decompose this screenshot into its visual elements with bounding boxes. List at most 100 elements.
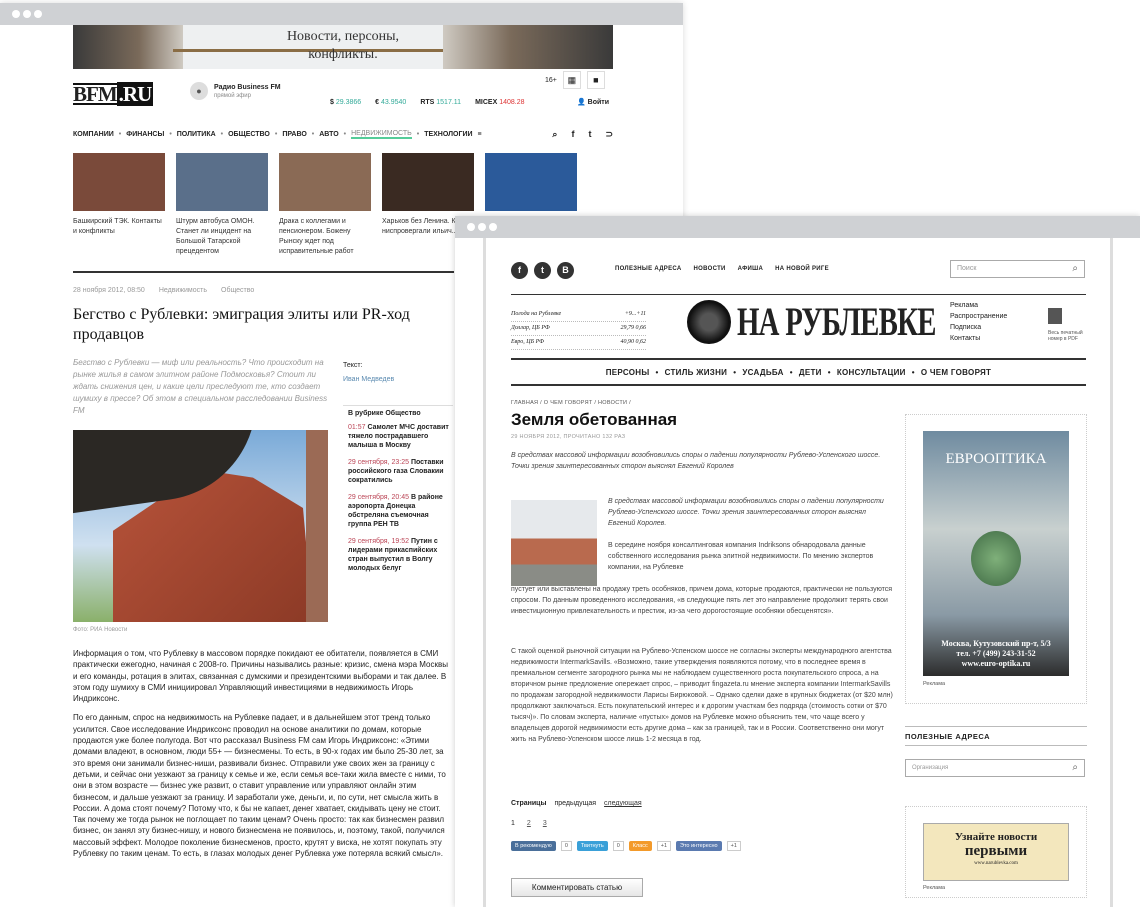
- author-block: Текст: Иван Медведев: [343, 359, 394, 387]
- share-button[interactable]: Класс: [628, 841, 652, 851]
- nav-item[interactable]: НЕДВИЖИМОСТЬ: [351, 130, 412, 139]
- window-controls[interactable]: [12, 10, 42, 18]
- nav-separator: •: [733, 367, 737, 377]
- right-link[interactable]: Контакты: [950, 333, 1007, 344]
- radio-name: Радио Business FM: [214, 83, 281, 91]
- ad2-line-a: Узнайте новости: [954, 831, 1038, 843]
- nav-separator: •: [118, 130, 122, 138]
- quote-value: 43.9540: [381, 99, 407, 106]
- rate-label: Доллар, ЦБ РФ: [511, 325, 550, 331]
- search-input[interactable]: Поиск ⌕: [950, 260, 1085, 278]
- share-count: +1: [726, 841, 741, 851]
- logo-part-b: .RU: [116, 82, 154, 106]
- section-nav-item[interactable]: УСАДЬБА: [742, 368, 783, 377]
- pager-next[interactable]: следующая: [604, 800, 642, 807]
- bfm-logo[interactable]: BFM.RU: [73, 82, 154, 106]
- page-number: 1: [511, 820, 515, 827]
- news-card[interactable]: Штурм автобуса ОМОН. Станет ли инцидент …: [176, 153, 268, 257]
- nav-item[interactable]: АВТО: [319, 131, 338, 138]
- rss-icon[interactable]: ⊃: [605, 129, 613, 140]
- rubric-head: В рубрике Общество: [348, 410, 421, 417]
- page-number[interactable]: 2: [527, 820, 531, 827]
- window-controls[interactable]: [467, 223, 497, 231]
- article-date: 29 НОЯБРЯ 2012, ПРОЧИТАНО 132 РАЗ: [511, 434, 626, 440]
- section-nav-item[interactable]: СТИЛЬ ЖИЗНИ: [665, 368, 728, 377]
- ad-banner-news[interactable]: Узнайте новости первыми www.narublevka.c…: [923, 823, 1069, 881]
- page-number[interactable]: 3: [543, 820, 547, 827]
- news-image: [73, 153, 165, 211]
- pager-label: Страницы: [511, 800, 547, 807]
- quote-label: RTS: [420, 99, 437, 106]
- page-border-left: [483, 238, 486, 907]
- organization-search-input[interactable]: Организация ⌕: [905, 759, 1085, 777]
- pdf-link[interactable]: Весь печатный номер в PDF: [1048, 308, 1088, 342]
- article-thumbnail: [511, 500, 597, 586]
- rate-value: 29,79 0,66: [620, 325, 647, 331]
- rubric-item[interactable]: 29 сентября, 19:52 Путин с лидерами прик…: [343, 537, 453, 581]
- section-nav-item[interactable]: КОНСУЛЬТАЦИИ: [837, 368, 906, 377]
- ad-banner-optics[interactable]: ЕВРООПТИКА Москва, Кутузовский пр-т, 5/3…: [923, 431, 1069, 676]
- ad-brand: ЕВРООПТИКА: [945, 451, 1047, 467]
- share-button[interactable]: В рекомендую: [511, 841, 556, 851]
- rubric-sidebar: В рубрике Общество 01:57 Самолет МЧС дос…: [343, 405, 453, 581]
- right-link[interactable]: Реклама: [950, 300, 1007, 311]
- bookmark-icon[interactable]: ■: [586, 71, 605, 89]
- nav-separator: •: [416, 130, 420, 138]
- share-buttons: В рекомендую 0 Твитнуть 0 Класс +1 Это интерес…: [511, 841, 741, 851]
- top-nav-item[interactable]: НОВОСТИ: [694, 266, 726, 272]
- right-link[interactable]: Подписка: [950, 322, 1007, 333]
- comment-button[interactable]: Комментировать статью: [511, 878, 643, 897]
- top-nav-item[interactable]: АФИША: [738, 266, 763, 272]
- social-icons: f t В: [511, 262, 574, 279]
- top-nav-item[interactable]: НА НОВОЙ РИГЕ: [775, 266, 829, 272]
- top-banner[interactable]: Новости, персоны, конфликты.: [73, 25, 613, 69]
- twitter-icon[interactable]: t: [588, 129, 591, 140]
- tag-link[interactable]: Общество: [221, 287, 254, 294]
- facebook-icon[interactable]: f: [571, 129, 574, 140]
- rubric-item[interactable]: 01:57 Самолет МЧС доставит тяжело постра…: [343, 423, 453, 458]
- ad-site: www.euro-optika.ru: [961, 659, 1031, 668]
- rubric-item[interactable]: 29 сентября, 20:45 В районе аэропорта До…: [343, 493, 453, 537]
- tag-link[interactable]: Недвижимость: [159, 287, 207, 294]
- search-icon[interactable]: ⌕: [1072, 762, 1078, 773]
- nav-item[interactable]: КОМПАНИИ: [73, 131, 114, 138]
- vk-icon[interactable]: В: [557, 262, 574, 279]
- news-card[interactable]: Драка с коллегами и пенсионером. Божену …: [279, 153, 371, 257]
- news-card[interactable]: Башкирский ТЭК. Контакты и конфликты: [73, 153, 165, 257]
- section-nav-item[interactable]: ПЕРСОНЫ: [606, 368, 650, 377]
- nav-item[interactable]: ПОЛИТИКА: [177, 131, 216, 138]
- news-title: Драка с коллегами и пенсионером. Божену …: [279, 218, 354, 255]
- author-link[interactable]: Иван Медведев: [343, 373, 394, 387]
- nav-item[interactable]: ОБЩЕСТВО: [228, 131, 270, 138]
- nav-item[interactable]: ТЕХНОЛОГИИ: [424, 131, 472, 138]
- right-link[interactable]: Распространение: [950, 311, 1007, 322]
- nav-item[interactable]: ФИНАНСЫ: [126, 131, 164, 138]
- quote-item: $ 29.3866: [330, 99, 361, 106]
- radio-player[interactable]: ● Радио Business FM прямой эфир: [190, 82, 281, 100]
- search-icon[interactable]: ⌕: [552, 129, 557, 140]
- menu-icon[interactable]: ≡: [478, 131, 482, 138]
- article-quote: В средствах массовой информации возобнов…: [608, 498, 884, 527]
- search-icon[interactable]: ⌕: [1072, 263, 1078, 274]
- section-nav-item[interactable]: ДЕТИ: [799, 368, 822, 377]
- pager: Страницы предыдущая следующая: [511, 800, 642, 807]
- nav-icons: ⌕ f t ⊃: [552, 129, 613, 140]
- grid-icon[interactable]: ▦: [562, 71, 581, 89]
- quote-value: 1517.11: [436, 99, 462, 106]
- facebook-icon[interactable]: f: [511, 262, 528, 279]
- top-nav-item[interactable]: ПОЛЕЗНЫЕ АДРЕСА: [615, 266, 682, 272]
- section-nav-item[interactable]: О ЧЕМ ГОВОРЯТ: [921, 368, 991, 377]
- quote-value: 29.3866: [335, 99, 362, 106]
- rubric-item[interactable]: 29 сентября, 23:25 Поставки российского …: [343, 458, 453, 493]
- rate-label: Погода на Рублевке: [511, 311, 562, 317]
- nav-separator: •: [655, 367, 659, 377]
- share-button[interactable]: Твитнуть: [576, 841, 608, 851]
- share-button[interactable]: Это интересно: [676, 841, 722, 851]
- nav-item[interactable]: ПРАВО: [282, 131, 306, 138]
- microphone-icon: ●: [190, 82, 208, 100]
- divider: [511, 294, 1086, 295]
- rate-value: +9...+11: [624, 311, 646, 317]
- login-link[interactable]: 👤 Войти: [577, 98, 609, 106]
- breadcrumb[interactable]: ГЛАВНАЯ / О ЧЕМ ГОВОРЯТ / НОВОСТИ /: [511, 400, 631, 406]
- twitter-icon[interactable]: t: [534, 262, 551, 279]
